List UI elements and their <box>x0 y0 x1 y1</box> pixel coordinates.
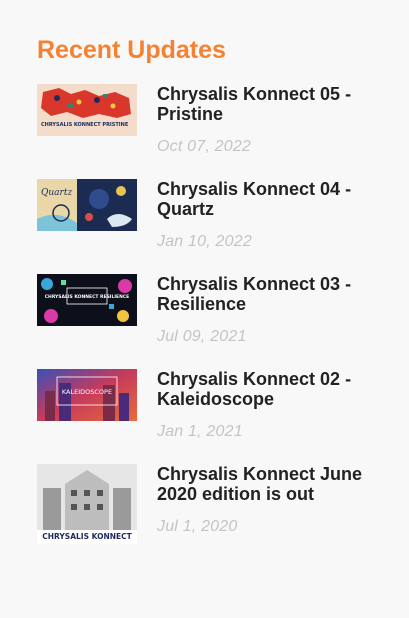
widget-title: Recent Updates <box>37 36 226 64</box>
list-item: CHRYSALIS KONNECT PRISTINE Chrysalis Kon… <box>37 84 377 168</box>
list-item: CHRYSALIS KONNECT RESILIENCE Chrysalis K… <box>37 274 377 358</box>
thumbnail-image: CHRYSALIS KONNECT <box>37 464 137 544</box>
post-thumbnail[interactable]: CHRYSALIS KONNECT PRISTINE <box>37 84 137 136</box>
post-title-link[interactable]: Chrysalis Konnect 02 - Kaleidoscope <box>157 369 387 409</box>
list-item: CHRYSALIS KONNECT Chrysalis Konnect June… <box>37 464 377 548</box>
thumbnail-image: CHRYSALIS KONNECT RESILIENCE <box>37 274 137 326</box>
post-thumbnail[interactable]: KALEIDOSCOPE <box>37 369 137 421</box>
thumbnail-image: KALEIDOSCOPE <box>37 369 137 421</box>
thumbnail-caption: CHRYSALIS KONNECT PRISTINE <box>41 122 129 128</box>
post-thumbnail[interactable]: CHRYSALIS KONNECT <box>37 464 137 544</box>
post-date: Jul 09, 2021 <box>157 328 247 345</box>
post-date: Oct 07, 2022 <box>157 138 252 155</box>
thumbnail-caption: Quartz <box>41 188 72 198</box>
thumbnail-image: CHRYSALIS KONNECT PRISTINE <box>37 84 137 136</box>
list-item: Quartz Chrysalis Konnect 04 - Quartz Jan… <box>37 179 377 263</box>
post-title-link[interactable]: Chrysalis Konnect June 2020 edition is o… <box>157 464 387 504</box>
thumbnail-image: Quartz <box>37 179 137 231</box>
thumbnail-caption: KALEIDOSCOPE <box>62 388 112 396</box>
post-title-link[interactable]: Chrysalis Konnect 05 - Pristine <box>157 84 387 124</box>
thumbnail-caption: CHRYSALIS KONNECT RESILIENCE <box>45 294 130 300</box>
thumbnail-caption: CHRYSALIS KONNECT <box>42 532 132 541</box>
list-item: KALEIDOSCOPE Chrysalis Konnect 02 - Kale… <box>37 369 377 453</box>
post-date: Jul 1, 2020 <box>157 518 238 535</box>
recent-updates-widget: Recent Updates CHRYSALIS KONNECT PRISTIN… <box>37 32 377 544</box>
post-date: Jan 1, 2021 <box>157 423 243 440</box>
post-thumbnail[interactable]: CHRYSALIS KONNECT RESILIENCE <box>37 274 137 326</box>
post-title-link[interactable]: Chrysalis Konnect 03 - Resilience <box>157 274 387 314</box>
post-date: Jan 10, 2022 <box>157 233 252 250</box>
post-thumbnail[interactable]: Quartz <box>37 179 137 231</box>
post-title-link[interactable]: Chrysalis Konnect 04 - Quartz <box>157 179 387 219</box>
